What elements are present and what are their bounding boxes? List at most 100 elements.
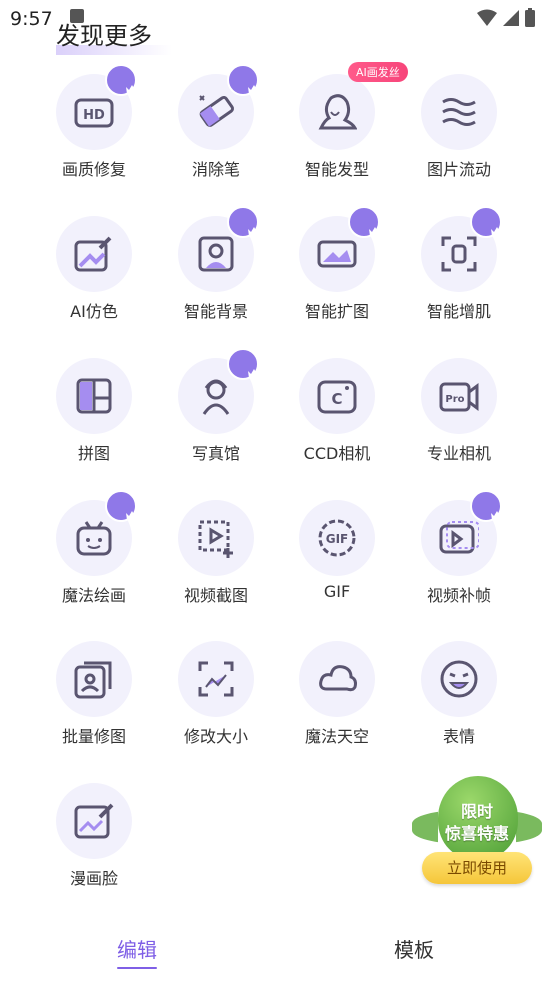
tab-template[interactable]: 模板 <box>394 934 434 963</box>
tool-icon-circle: HD <box>56 64 138 150</box>
tool-item[interactable]: 消除笔 <box>156 64 276 180</box>
tool-label: GIF <box>323 582 351 601</box>
tool-label: 魔法天空 <box>304 727 369 746</box>
crown-icon <box>348 206 381 238</box>
tool-item[interactable]: 智能发型 <box>277 74 397 180</box>
tool-icon-circle <box>421 206 503 292</box>
bottom-tab-bar: 编辑 模板 <box>0 920 554 980</box>
tool-item[interactable]: 魔法绘画 <box>34 490 154 606</box>
tool-icon-circle <box>56 216 132 292</box>
portrait-icon <box>202 379 230 415</box>
signal-icon <box>503 10 519 26</box>
tool-label: 魔法绘画 <box>61 586 126 605</box>
tool-icon-circle <box>299 74 375 150</box>
svg-text:Pro: Pro <box>445 394 464 405</box>
expand-icon <box>317 240 357 268</box>
tool-item[interactable]: C CCD相机 <box>277 358 397 464</box>
svg-text:GIF: GIF <box>326 532 349 546</box>
tool-label: 表情 <box>442 727 475 746</box>
tool-icon-circle <box>178 641 254 717</box>
promo-banner[interactable]: 限时 惊喜特惠 立即使用 <box>408 770 546 890</box>
tool-label: 批量修图 <box>61 727 126 746</box>
tool-item[interactable]: 视频补帧 <box>399 490 519 606</box>
tool-icon-circle <box>56 358 132 434</box>
tool-label: 拼图 <box>77 444 110 463</box>
tool-item[interactable]: 智能扩图 <box>277 206 397 322</box>
tool-icon-circle: GIF <box>299 500 375 576</box>
tool-label: 智能背景 <box>183 302 248 321</box>
tool-label: 消除笔 <box>191 160 240 179</box>
crown-icon <box>227 64 260 96</box>
tool-item[interactable]: HD 画质修复 <box>34 64 154 180</box>
tool-item[interactable]: GIF GIF <box>277 500 397 601</box>
tool-label: 智能扩图 <box>304 302 369 321</box>
tool-icon-circle <box>421 490 503 576</box>
tool-icon-circle <box>299 641 375 717</box>
tool-item[interactable]: 智能背景 <box>156 206 276 322</box>
promo-line2: 惊喜特惠 <box>444 824 509 843</box>
tool-item[interactable]: 修改大小 <box>156 641 276 747</box>
tool-item[interactable]: 表情 <box>399 641 519 747</box>
tool-icon-circle <box>56 783 132 859</box>
tool-item[interactable]: AI仿色 <box>34 216 154 322</box>
use-now-button[interactable]: 立即使用 <box>422 852 532 884</box>
tool-label: 修改大小 <box>183 727 248 746</box>
crown-icon <box>470 206 503 238</box>
tool-item[interactable]: 批量修图 <box>34 641 154 747</box>
tool-icon-circle: Pro <box>421 358 497 434</box>
background-icon <box>198 236 234 272</box>
flow-icon <box>442 98 476 126</box>
status-icons <box>476 8 536 28</box>
tool-item[interactable]: 写真馆 <box>156 348 276 464</box>
crown-icon <box>227 348 260 380</box>
tool-icon-circle: C <box>299 358 375 434</box>
battery-icon <box>525 8 535 27</box>
ccd-camera-icon: C <box>317 380 357 414</box>
tool-label: 智能增肌 <box>426 302 491 321</box>
crown-icon <box>227 206 260 238</box>
crown-icon <box>105 64 138 96</box>
tab-edit[interactable]: 编辑 <box>117 934 157 969</box>
comic-face-icon <box>74 803 114 839</box>
tool-icon-circle <box>56 641 132 717</box>
tool-icon-circle <box>178 206 260 292</box>
svg-text:C: C <box>331 390 342 408</box>
tool-icon-circle <box>178 348 260 434</box>
robot-icon <box>76 521 112 556</box>
tool-label: 视频截图 <box>183 586 248 605</box>
eraser-icon <box>199 95 235 127</box>
batch-icon <box>74 661 112 699</box>
tool-item[interactable]: 智能增肌 <box>399 206 519 322</box>
tool-label: CCD相机 <box>303 444 371 463</box>
tool-label: 图片流动 <box>426 160 491 179</box>
tool-label: 专业相机 <box>426 444 491 463</box>
promo-line1: 限时 <box>460 802 493 821</box>
tool-item[interactable]: 魔法天空 <box>277 641 397 747</box>
crown-icon <box>105 490 138 522</box>
emoji-icon <box>440 660 478 698</box>
tool-icon-circle <box>178 64 260 150</box>
tool-item[interactable]: 图片流动 <box>399 74 519 180</box>
tool-icon-circle <box>421 641 497 717</box>
tool-item[interactable]: Pro 专业相机 <box>399 358 519 464</box>
color-picker-icon <box>74 236 112 272</box>
pro-camera-icon: Pro <box>439 382 479 412</box>
tool-label: 画质修复 <box>61 160 126 179</box>
tool-icon-circle <box>178 500 254 576</box>
tool-item[interactable]: 拼图 <box>34 358 154 464</box>
tool-label: 漫画脸 <box>69 869 118 888</box>
tool-icon-circle <box>56 490 138 576</box>
video-frame-icon <box>439 521 479 554</box>
hd-icon: HD <box>74 98 114 128</box>
wifi-icon <box>477 9 497 26</box>
tool-item[interactable]: 漫画脸 <box>34 783 154 889</box>
page-title: 发现更多 <box>56 16 172 55</box>
tool-icon-circle <box>299 206 381 292</box>
tool-label: 智能发型 <box>304 160 369 179</box>
status-time: 9:57 <box>10 8 53 30</box>
crown-icon <box>470 490 503 522</box>
hairstyle-icon <box>318 94 357 130</box>
tool-item[interactable]: 视频截图 <box>156 500 276 606</box>
video-crop-icon <box>198 520 233 558</box>
svg-text:HD: HD <box>83 108 105 123</box>
